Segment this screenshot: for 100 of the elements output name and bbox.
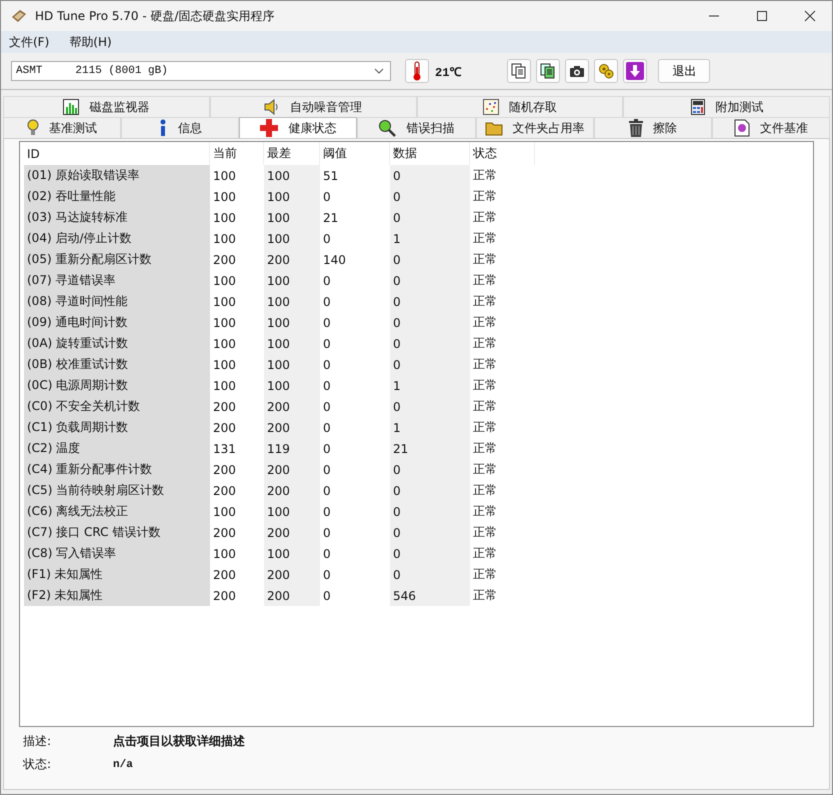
table-cell-text: 0 [322, 272, 332, 290]
tab[interactable]: 基准测试 [3, 117, 122, 138]
table-cell-text: 0 [322, 314, 332, 332]
tab[interactable]: 信息 [121, 117, 240, 138]
attribute-cell: (01) 原始读取错误率 [24, 165, 210, 186]
status-cell-text: 正常 [472, 503, 498, 520]
options-button[interactable] [594, 59, 618, 83]
table-cell: 0 [390, 291, 470, 312]
attribute-cell: (04) 启动/停止计数 [24, 228, 210, 249]
info-icon [158, 119, 168, 137]
table-cell: 0 [390, 522, 470, 543]
status-cell-text: 正常 [472, 545, 498, 562]
screenshot-button[interactable] [565, 59, 590, 83]
tab[interactable]: 磁盘监视器 [3, 96, 210, 117]
status-cell-text: 正常 [472, 209, 498, 226]
table-cell: 100 [264, 501, 320, 522]
table-cell-text: 140 [322, 252, 347, 268]
status-cell-text: 正常 [472, 314, 498, 331]
table-cell: 200 [264, 396, 320, 417]
table-cell-text: 200 [212, 566, 237, 584]
table-cell: 0 [390, 207, 470, 228]
table-cell-text: 0 [322, 546, 332, 562]
table-cell-text: 100 [212, 314, 237, 332]
table-cell: 1 [390, 228, 470, 249]
tab[interactable]: 健康状态 [239, 117, 358, 138]
tab[interactable]: 附加测试 [623, 96, 830, 117]
exit-button[interactable]: 退出 [658, 59, 710, 83]
drive-dropdown[interactable]: ASMT 2115 (8001 gB) [11, 61, 391, 81]
tab[interactable]: 随机存取 [416, 96, 624, 117]
status-cell-text: 正常 [472, 398, 498, 415]
menu-item[interactable]: 文件(F) [9, 34, 50, 50]
table-cell-text: 0 [322, 398, 332, 416]
trash-icon [628, 119, 643, 137]
tab[interactable]: 文件基准 [712, 117, 830, 138]
attribute-cell: (0C) 电源周期计数 [24, 375, 210, 396]
column-header[interactable]: 当前 [210, 142, 264, 165]
table-cell: 0 [390, 564, 470, 585]
detail-value: 点击项目以获取详细描述 [113, 733, 245, 750]
status-cell-text: 正常 [472, 524, 498, 541]
status-cell-text: 正常 [472, 335, 498, 352]
attribute-cell: (C7) 接口 CRC 错误计数 [24, 522, 210, 543]
copy-all-button[interactable] [536, 59, 560, 83]
table-cell-text: 200 [212, 252, 237, 268]
status-cell-text: 正常 [472, 272, 498, 289]
attribute-cell: (02) 吞吐量性能 [24, 186, 210, 207]
app-icon [11, 9, 27, 23]
attribute-cell: (08) 寻道时间性能 [24, 291, 210, 312]
table-cell: 100 [264, 207, 320, 228]
table-cell-text: 100 [212, 168, 237, 184]
column-header[interactable]: 状态 [470, 142, 535, 165]
status-cell-text: 正常 [472, 566, 498, 583]
table-cell-text: 0 [322, 462, 332, 478]
attribute-cell: (C1) 负载周期计数 [24, 417, 210, 438]
table-cell-text: 100 [212, 210, 237, 226]
attribute-cell: (0B) 校准重试计数 [24, 354, 210, 375]
table-cell: 100 [264, 312, 320, 333]
maximize-icon[interactable] [756, 10, 768, 22]
cross-icon [260, 119, 278, 137]
table-cell-text: 0 [322, 188, 332, 206]
table-cell-text: 131 [212, 440, 237, 458]
folder-icon [484, 120, 503, 136]
column-header[interactable]: 阈值 [320, 142, 390, 165]
tab[interactable]: 自动噪音管理 [210, 96, 416, 117]
table-cell-text: 200 [212, 588, 237, 604]
table-cell: 0 [390, 480, 470, 501]
documents-icon [540, 63, 556, 79]
copy-button[interactable] [507, 59, 532, 83]
table-cell-text: 200 [212, 398, 237, 416]
attribute-cell: (05) 重新分配扇区计数 [24, 249, 210, 270]
table-cell-text: 100 [212, 188, 237, 206]
status-cell-text: 正常 [472, 230, 498, 247]
table-cell-text: 100 [212, 230, 237, 248]
status-cell-text: 正常 [472, 188, 498, 205]
status-cell-text: 正常 [472, 356, 498, 373]
magnifier-icon [378, 119, 396, 137]
tab[interactable]: 文件夹占用率 [476, 117, 594, 138]
table-cell: 0 [390, 249, 470, 270]
table-cell-text: 200 [212, 420, 237, 436]
thermometer-button[interactable] [405, 59, 429, 83]
tab[interactable]: 错误扫描 [357, 117, 476, 138]
save-button[interactable] [623, 59, 648, 83]
lightbulb-icon [27, 119, 40, 137]
attribute-cell: (03) 马达旋转标准 [24, 207, 210, 228]
close-icon[interactable] [804, 10, 816, 22]
table-cell: 100 [264, 186, 320, 207]
table-cell-text: 0 [322, 294, 332, 310]
table-cell: 100 [264, 291, 320, 312]
table-cell: 0 [390, 459, 470, 480]
table-cell: 200 [264, 564, 320, 585]
tab[interactable]: 擦除 [594, 117, 712, 138]
speaker-icon [264, 99, 280, 115]
table-cell: 546 [390, 585, 470, 606]
table-cell-text: 100 [212, 294, 237, 310]
detail-label: 状态: [23, 756, 52, 773]
menu-item[interactable]: 帮助(H) [69, 34, 112, 50]
detail-value: n/a [113, 758, 133, 770]
status-cell-text: 正常 [472, 251, 498, 268]
status-cell-text: 正常 [472, 293, 498, 310]
temperature-reading: 21℃ [435, 64, 462, 80]
table-cell-text: 0 [322, 420, 332, 436]
